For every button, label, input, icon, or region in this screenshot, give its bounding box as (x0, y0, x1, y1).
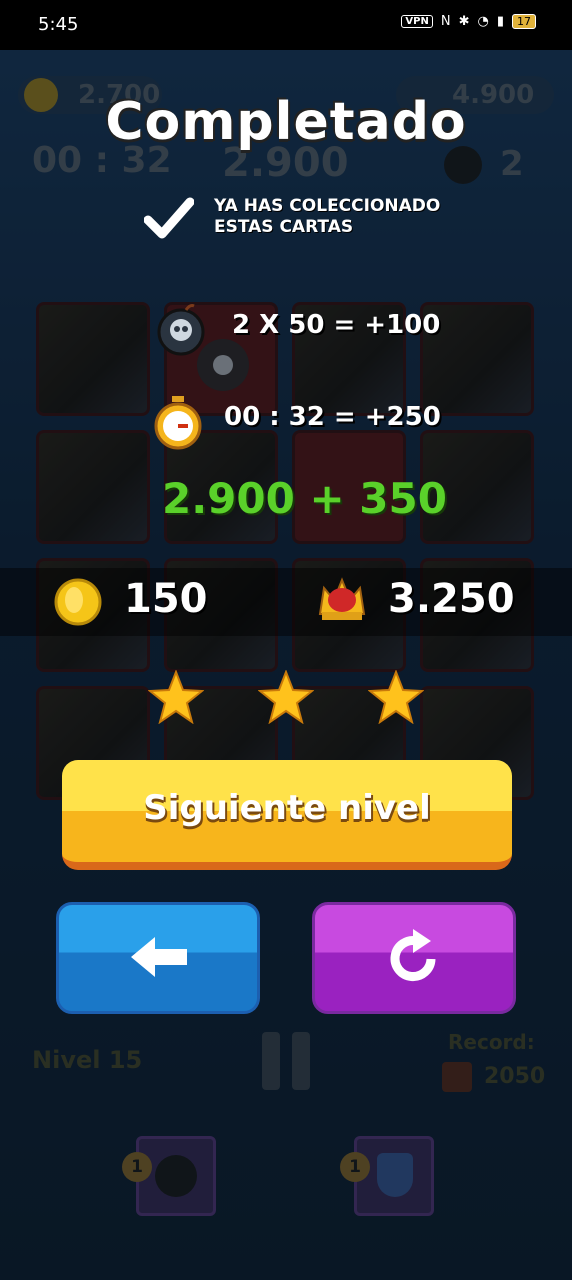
crown-icon (318, 577, 366, 620)
result-title: Completado (105, 92, 467, 152)
check-icon (144, 197, 194, 239)
status-icons: VPN N ✱ ◔ ▮ 17 (401, 14, 536, 29)
bluetooth-icon: ✱ (458, 14, 470, 29)
collected-line-1: YA HAS COLECCIONADO (214, 196, 441, 216)
coin-icon (54, 578, 102, 626)
collected-message: YA HAS COLECCIONADO ESTAS CARTAS (214, 196, 440, 238)
star-icon (258, 670, 314, 724)
nfc-icon: N (440, 14, 451, 29)
status-time: 5:45 (38, 14, 79, 35)
back-button[interactable] (56, 902, 260, 1014)
next-level-button[interactable]: Siguiente nivel (62, 760, 512, 870)
next-level-label: Siguiente nivel (143, 788, 431, 828)
collected-line-2: ESTAS CARTAS (214, 217, 354, 237)
star-icon (148, 670, 204, 724)
retry-button[interactable] (312, 902, 516, 1014)
total-score: 3.250 (388, 576, 515, 622)
restart-icon (390, 929, 436, 982)
bomb-bonus: 2 X 50 = +100 (232, 310, 441, 340)
time-bonus: 00 : 32 = +250 (224, 402, 441, 432)
coins-earned: 150 (124, 576, 208, 622)
arrow-left-icon (131, 937, 187, 977)
bomb-icon (197, 339, 249, 391)
status-bar: 5:45 VPN N ✱ ◔ ▮ 17 (0, 0, 572, 50)
battery-icon: 17 (512, 14, 536, 29)
vpn-icon: VPN (401, 15, 433, 28)
star-icon (368, 670, 424, 724)
signal-icon: ▮ (496, 14, 504, 29)
wifi-icon: ◔ (477, 14, 489, 29)
stopwatch-icon (154, 396, 202, 450)
score-sum: 2.900 + 350 (162, 474, 447, 523)
game-screen: 2.700 4.900 00 : 32 2.900 2 Nivel 15 Rec… (0, 50, 572, 1280)
